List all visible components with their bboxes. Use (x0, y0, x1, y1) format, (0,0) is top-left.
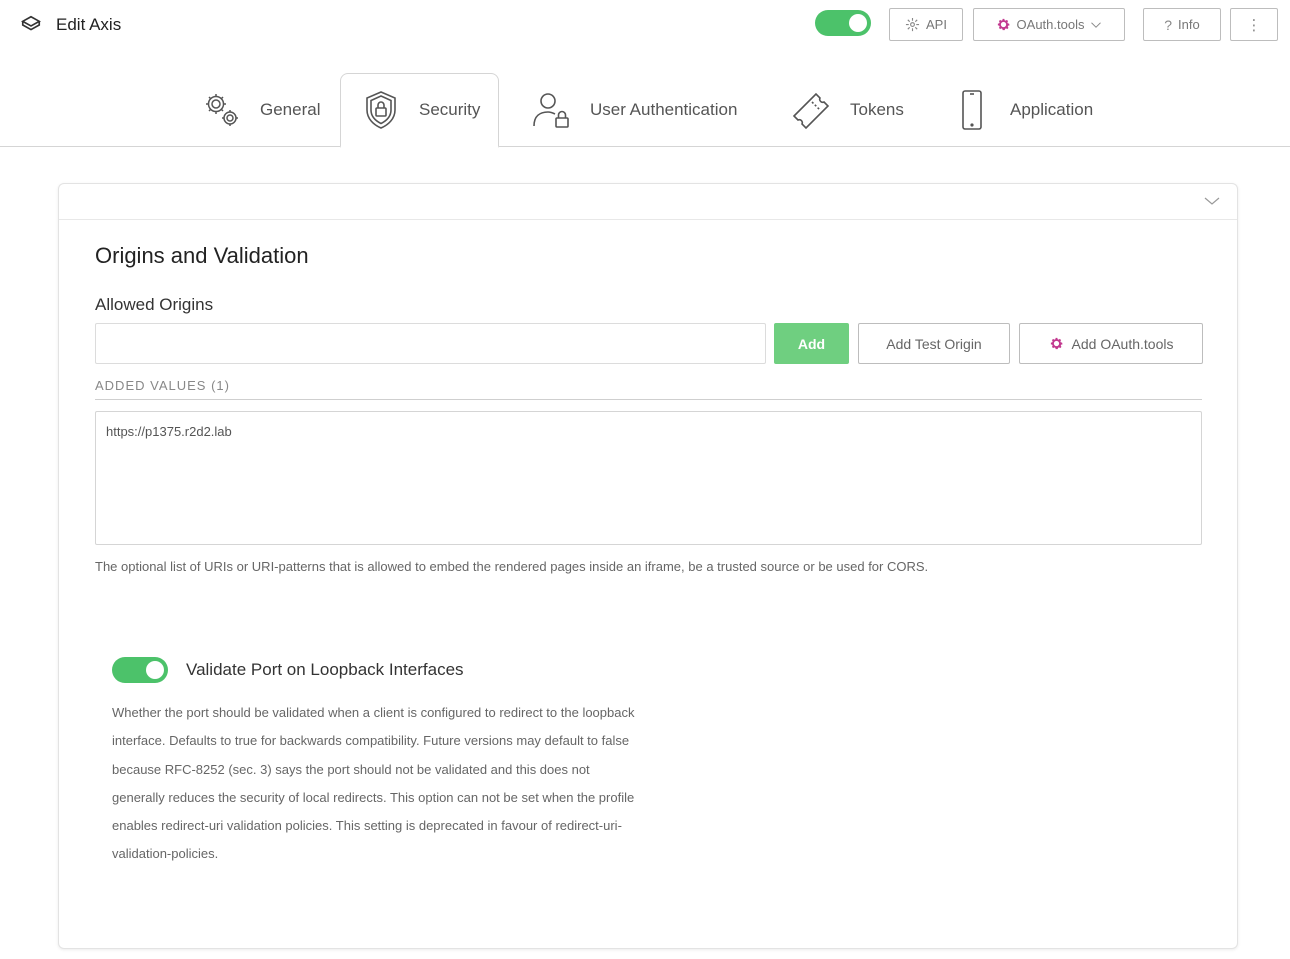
chevron-down-icon (1091, 21, 1102, 28)
api-icon (905, 17, 920, 32)
info-button[interactable]: ? Info (1143, 8, 1221, 41)
gears-icon (206, 94, 238, 126)
tab-general-label: General (260, 100, 321, 119)
panel-collapse-bar[interactable] (59, 184, 1237, 220)
added-values-list[interactable]: https://p1375.r2d2.lab (95, 411, 1202, 545)
validate-port-toggle[interactable] (112, 657, 168, 683)
shield-lock-icon (366, 91, 396, 129)
section-title: Origins and Validation (95, 243, 309, 268)
api-button[interactable]: API (889, 8, 963, 41)
tab-bar: General Security User Authentication Tok… (0, 73, 1290, 148)
tab-general[interactable]: General (200, 73, 320, 147)
header-toggle[interactable] (815, 10, 871, 36)
security-settings-panel: Origins and Validation Allowed Origins A… (58, 183, 1238, 949)
header-title-group: Edit Axis (20, 14, 121, 36)
cube-icon (21, 15, 41, 31)
ticket-icon (792, 92, 830, 130)
more-menu-button[interactable]: ⋮ (1230, 8, 1278, 41)
oauth-tools-label: OAuth.tools (1016, 17, 1085, 32)
allowed-origins-label: Allowed Origins (95, 295, 214, 314)
api-label: API (926, 17, 947, 32)
toggle-knob (146, 661, 164, 679)
tab-user-authentication-label: User Authentication (590, 100, 738, 119)
gear-icon (1050, 337, 1063, 350)
tab-security-label: Security (419, 100, 481, 119)
tab-application[interactable]: Application (950, 73, 1093, 147)
allowed-origins-help-text: The optional list of URIs or URI-pattern… (95, 559, 929, 574)
chevron-down-icon[interactable] (1203, 194, 1221, 208)
tab-tokens-label: Tokens (850, 100, 904, 119)
more-vertical-icon: ⋮ (1246, 16, 1262, 34)
add-test-origin-label: Add Test Origin (886, 335, 982, 352)
validate-port-title: Validate Port on Loopback Interfaces (186, 660, 464, 679)
oauth-tools-button[interactable]: OAuth.tools (973, 8, 1125, 41)
info-label: Info (1178, 17, 1200, 32)
gear-icon (997, 18, 1010, 31)
toggle-knob (849, 14, 867, 32)
added-values-label: ADDED VALUES (1) (95, 378, 230, 393)
phone-icon (962, 90, 982, 130)
add-test-origin-button[interactable]: Add Test Origin (858, 323, 1010, 364)
add-origin-button[interactable]: Add (774, 323, 849, 364)
tab-application-label: Application (1010, 100, 1094, 119)
tab-security[interactable]: Security (340, 73, 500, 148)
user-lock-icon (533, 93, 569, 128)
question-icon: ? (1164, 16, 1173, 33)
add-oauth-tools-label: Add OAuth.tools (1071, 335, 1174, 352)
tab-user-authentication[interactable]: User Authentication (530, 73, 737, 147)
allowed-origin-input[interactable] (95, 323, 766, 364)
tab-tokens[interactable]: Tokens (790, 73, 904, 147)
app-header: Edit Axis API OAuth.tools ? Info ⋮ (0, 0, 1290, 52)
list-item[interactable]: https://p1375.r2d2.lab (106, 424, 1191, 439)
add-oauth-tools-button[interactable]: Add OAuth.tools (1019, 323, 1203, 364)
page-title: Edit Axis (56, 15, 122, 34)
validate-port-description: Whether the port should be validated whe… (112, 705, 635, 862)
added-values-divider (95, 399, 1202, 400)
